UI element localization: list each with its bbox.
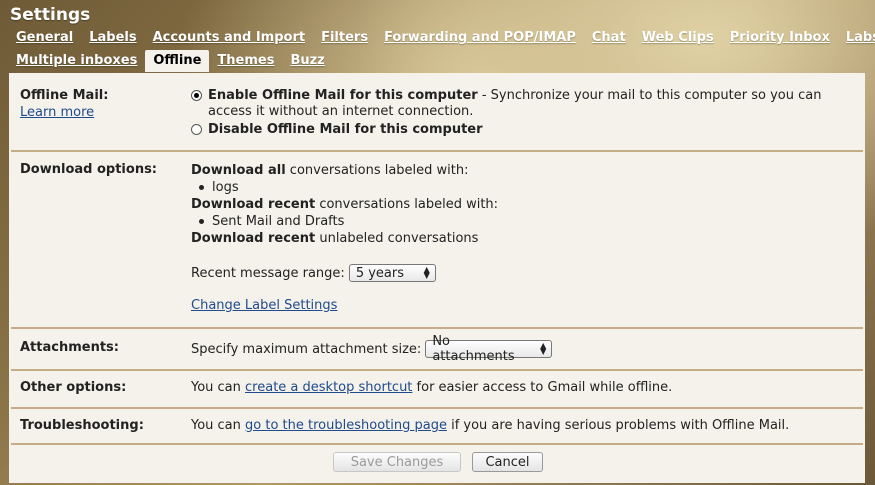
download-recent-text: conversations labeled with: [315, 197, 499, 212]
range-select[interactable]: 5 years ▲ ▼ [348, 264, 436, 282]
troubleshooting-label: Troubleshooting: [20, 418, 144, 433]
tab-forwarding-pop-imap[interactable]: Forwarding and POP/IMAP [376, 27, 584, 49]
offline-mail-options: Enable Offline Mail for this computer - … [191, 88, 851, 138]
tab-labels[interactable]: Labels [81, 27, 144, 49]
tab-accounts-and-import[interactable]: Accounts and Import [145, 27, 314, 49]
tab-themes[interactable]: Themes [209, 50, 282, 72]
range-label: Recent message range: [191, 265, 345, 281]
disable-offline-radio[interactable] [191, 124, 202, 135]
download-all-text: conversations labeled with: [285, 163, 469, 178]
list-item: Sent Mail and Drafts [191, 213, 498, 230]
tabs-row-2: Multiple inboxes Offline Themes Buzz [8, 50, 333, 72]
disable-offline-option[interactable]: Disable Offline Mail for this computer [191, 122, 851, 138]
bullet-icon [199, 185, 204, 190]
tab-labs[interactable]: Labs [838, 27, 875, 49]
cancel-button[interactable]: Cancel [472, 452, 543, 472]
learn-more-link[interactable]: Learn more [20, 105, 94, 120]
tab-web-clips[interactable]: Web Clips [634, 27, 722, 49]
other-options-label: Other options: [20, 380, 127, 395]
page-title: Settings [10, 5, 91, 25]
troubleshooting-page-link[interactable]: go to the troubleshooting page [245, 418, 447, 433]
download-recent-bold: Download recent [191, 197, 316, 212]
tabs-row-1: General Labels Accounts and Import Filte… [8, 27, 875, 49]
attachments-text: Specify maximum attachment size: [191, 341, 422, 357]
download-unlabeled-text: unlabeled conversations [315, 231, 479, 246]
section-divider [11, 443, 863, 445]
other-options-section: Other options: You can create a desktop … [11, 371, 863, 407]
troubleshooting-content: You can go to the troubleshooting page i… [191, 418, 790, 433]
attachments-label: Attachments: [20, 340, 119, 355]
save-changes-button[interactable]: Save Changes [333, 452, 461, 472]
tab-chat[interactable]: Chat [584, 27, 634, 49]
settings-panel: Offline Mail: Learn more Enable Offline … [9, 73, 865, 483]
download-all-bold: Download all [191, 163, 286, 178]
attachments-content: Specify maximum attachment size: No atta… [191, 334, 553, 364]
select-arrows-icon: ▲ ▼ [423, 265, 430, 280]
tab-buzz[interactable]: Buzz [282, 50, 332, 72]
tab-offline[interactable]: Offline [145, 50, 210, 72]
enable-offline-option[interactable]: Enable Offline Mail for this computer - … [191, 88, 851, 120]
attachment-size-select[interactable]: No attachments ▲ ▼ [425, 334, 553, 364]
tab-general[interactable]: General [8, 27, 81, 49]
range-row: Recent message range: 5 years ▲ ▼ [191, 263, 498, 283]
download-options-section: Download options: Download all conversat… [11, 152, 863, 327]
offline-mail-section: Offline Mail: Learn more Enable Offline … [11, 85, 863, 151]
other-options-content: You can create a desktop shortcut for ea… [191, 380, 673, 395]
settings-header: Settings General Labels Accounts and Imp… [0, 0, 875, 74]
tab-multiple-inboxes[interactable]: Multiple inboxes [8, 50, 145, 72]
download-options-label: Download options: [20, 162, 158, 177]
tab-filters[interactable]: Filters [313, 27, 376, 49]
tab-priority-inbox[interactable]: Priority Inbox [722, 27, 838, 49]
download-unlabeled-bold: Download recent [191, 231, 316, 246]
list-item: logs [191, 179, 498, 196]
select-arrows-icon: ▲ ▼ [540, 341, 547, 356]
enable-offline-label: Enable Offline Mail for this computer [208, 88, 478, 103]
download-options-content: Download all conversations labeled with:… [191, 162, 498, 314]
troubleshooting-section: Troubleshooting: You can go to the troub… [11, 409, 863, 443]
offline-mail-label: Offline Mail: [20, 88, 109, 103]
desktop-shortcut-link[interactable]: create a desktop shortcut [245, 380, 412, 395]
attachments-section: Attachments: Specify maximum attachment … [11, 329, 863, 369]
bullet-icon [199, 219, 204, 224]
change-label-settings-link[interactable]: Change Label Settings [191, 298, 337, 313]
enable-offline-radio[interactable] [191, 90, 202, 101]
disable-offline-label: Disable Offline Mail for this computer [208, 122, 483, 137]
